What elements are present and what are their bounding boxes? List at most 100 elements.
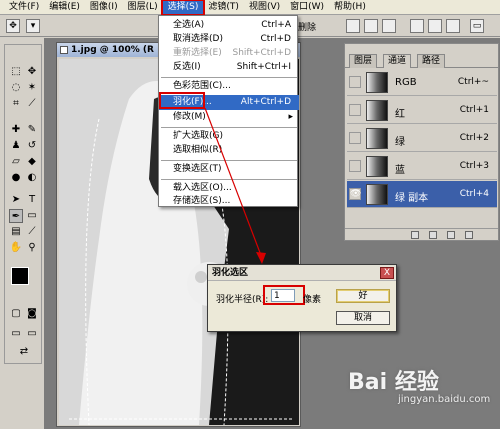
visibility-toggle[interactable] [349,104,361,116]
tab-channels[interactable]: 通道 [383,54,412,68]
channel-row-blue[interactable]: 蓝 Ctrl+3 [347,153,497,180]
unit-label: 像素 [303,295,322,305]
trash-icon[interactable] [465,231,473,239]
channel-row-green-copy[interactable]: 👁 绿 副本 Ctrl+4 [347,181,497,208]
standard-mode-icon[interactable]: ▢ [9,307,23,321]
feather-dialog: 羽化选区 X 羽化半径(R): 像素 好 取消 [207,264,397,332]
ok-button[interactable]: 好 [336,289,390,303]
delete-label[interactable]: 删除 [298,20,316,33]
history-brush-icon[interactable]: ↺ [25,139,39,153]
distribute-icon-1[interactable] [410,19,424,33]
close-icon[interactable]: X [380,267,394,279]
menu-item-select-all[interactable]: 全选(A) Ctrl+A [159,18,299,33]
save-selection-icon[interactable] [429,231,437,239]
move-tool-icon[interactable]: ✥ [25,65,39,79]
menu-item-similar[interactable]: 选取相似(R) [159,143,299,158]
menu-window[interactable]: 窗口(W) [285,1,329,14]
brush-tool-icon[interactable]: ✎ [25,123,39,137]
watermark-url: jingyan.baidu.com [398,394,491,405]
crop-tool-icon[interactable]: ⌗ [9,97,23,111]
align-icon-3[interactable] [382,19,396,33]
eyedropper-icon[interactable]: ⟋ [25,225,39,239]
menu-image[interactable]: 图像(I) [85,1,123,14]
tab-paths[interactable]: 路径 [417,54,446,68]
pen-tool-icon[interactable]: ✒ [9,209,23,223]
menu-edit[interactable]: 编辑(E) [44,1,85,14]
channel-name: 绿 副本 [395,193,429,204]
menu-item-transform-selection[interactable]: 变换选区(T) [159,162,299,177]
select-menu-dropdown: 全选(A) Ctrl+A 取消选择(D) Ctrl+D 重新选择(E) Shift+C… [158,15,299,209]
channel-row-red[interactable]: 红 Ctrl+1 [347,97,497,124]
stamp-tool-icon[interactable]: ♟ [9,139,23,153]
channel-thumbnail [366,100,388,121]
foreground-color-swatch[interactable] [11,267,29,285]
path-select-icon[interactable]: ➤ [9,193,23,207]
move-tool-icon[interactable]: ✥ [6,19,20,33]
tab-layers[interactable]: 图层 [349,54,378,68]
channel-row-green[interactable]: 绿 Ctrl+2 [347,125,497,152]
zoom-tool-icon[interactable]: ⚲ [25,241,39,255]
menu-separator [161,179,297,180]
menu-item-deselect[interactable]: 取消选择(D) Ctrl+D [159,32,299,47]
palette-well-icon[interactable]: ▭ [470,19,484,33]
align-icon-2[interactable] [364,19,378,33]
menu-item-grow[interactable]: 扩大选取(G) [159,129,299,144]
channel-shortcut: Ctrl+~ [457,77,489,87]
panel-footer [345,228,498,240]
channel-name: 蓝 [395,165,405,176]
lasso-tool-icon[interactable]: ◌ [9,81,23,95]
blur-tool-icon[interactable]: ● [9,171,23,185]
menu-select[interactable]: 选择(S) [160,0,206,16]
visibility-toggle[interactable] [349,76,361,88]
bucket-tool-icon[interactable]: ◆ [25,155,39,169]
menu-file[interactable]: 文件(F) [4,1,44,14]
menu-bar: 文件(F) 编辑(E) 图像(I) 图层(L) 选择(S) 滤镜(T) 视图(V… [0,0,500,16]
channel-shortcut: Ctrl+2 [459,133,489,143]
channel-name: RGB [395,77,417,88]
channel-thumbnail [366,128,388,149]
channel-row-rgb[interactable]: RGB Ctrl+~ [347,69,497,96]
screen-mode-1-icon[interactable]: ▭ [9,327,23,341]
menu-item-inverse[interactable]: 反选(I) Shift+Ctrl+I [159,60,299,75]
marquee-tool-icon[interactable]: ⬚ [9,65,23,79]
jump-to-imageready-icon[interactable]: ⇄ [17,345,31,359]
menu-view[interactable]: 视图(V) [244,1,285,14]
dodge-tool-icon[interactable]: ◐ [25,171,39,185]
menu-filter[interactable]: 滤镜(T) [203,1,244,14]
shape-tool-icon[interactable]: ▭ [25,209,39,223]
channel-thumbnail [366,184,388,205]
slice-tool-icon[interactable]: ⟋ [25,97,39,111]
visibility-toggle[interactable] [349,160,361,172]
notes-tool-icon[interactable]: ▤ [9,225,23,239]
eye-icon[interactable]: 👁 [349,188,361,200]
eraser-tool-icon[interactable]: ▱ [9,155,23,169]
menu-item-save-selection[interactable]: 存储选区(S)... [159,194,299,209]
channel-name: 红 [395,109,405,120]
screen-mode-2-icon[interactable]: ▭ [25,327,39,341]
align-icon-1[interactable] [346,19,360,33]
tool-preset-icon[interactable]: ▾ [26,19,40,33]
menu-help[interactable]: 帮助(H) [329,1,371,14]
dialog-title: 羽化选区 [212,268,249,278]
magic-wand-icon[interactable]: ✶ [25,81,39,95]
visibility-toggle[interactable] [349,132,361,144]
type-tool-icon[interactable]: T [25,193,39,207]
channel-name: 绿 [395,137,405,148]
distribute-icon-2[interactable] [428,19,442,33]
healing-brush-icon[interactable]: ✚ [9,123,23,137]
menu-item-modify[interactable]: 修改(M) ▸ [159,110,299,125]
channel-thumbnail [366,156,388,177]
dialog-titlebar[interactable]: 羽化选区 [208,265,396,281]
load-channel-icon[interactable] [411,231,419,239]
submenu-arrow-icon: ▸ [288,112,293,122]
distribute-icon-3[interactable] [446,19,460,33]
cancel-button[interactable]: 取消 [336,311,390,325]
quickmask-mode-icon[interactable]: ◙ [25,307,39,321]
menu-separator [161,160,297,161]
menu-item-reselect: 重新选择(E) Shift+Ctrl+D [173,48,291,58]
document-title: 1.jpg @ 100% (R [71,45,154,55]
menu-layer[interactable]: 图层(L) [123,1,163,14]
new-channel-icon[interactable] [447,231,455,239]
hand-tool-icon[interactable]: ✋ [9,241,23,255]
menu-separator [161,127,297,128]
